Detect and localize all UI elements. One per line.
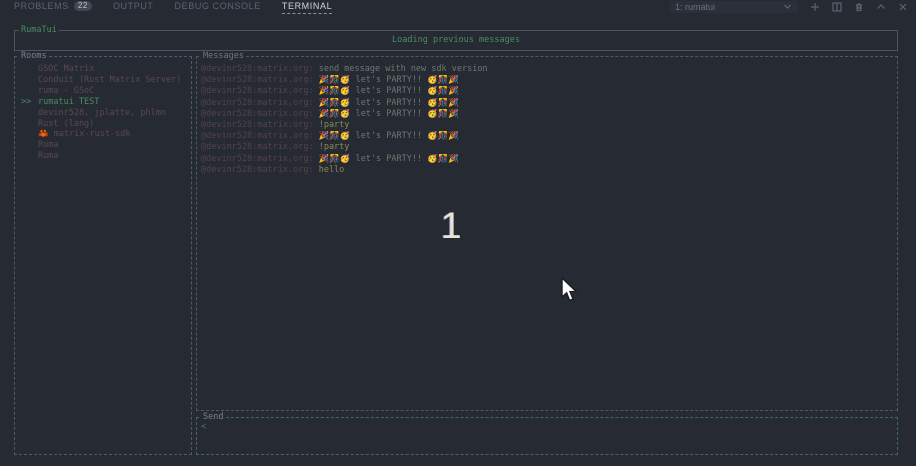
vscode-terminal-panel: PROBLEMS 22 OUTPUT DEBUG CONSOLE TERMINA… — [0, 0, 916, 466]
message-sender: @devinr528:matrix.org: — [201, 154, 319, 164]
message-sender: @devinr528:matrix.org: — [201, 98, 319, 108]
rumatui-header-box: RumaTui Loading previous messages — [14, 30, 898, 51]
room-item[interactable]: Conduit (Rust Matrix Server) — [15, 75, 191, 86]
tab-debug-console[interactable]: DEBUG CONSOLE — [175, 0, 261, 13]
rooms-panel-title: Rooms — [19, 51, 49, 61]
message-row: @devinr528:matrix.org: 🎉🎊🥳 let's PARTY!!… — [201, 98, 895, 109]
room-item-label: GSOC Matrix — [38, 64, 94, 74]
room-item[interactable]: 🦀 matrix-rust-sdk — [15, 129, 191, 140]
send-panel[interactable]: Send < — [196, 417, 898, 455]
room-item[interactable]: Ruma — [15, 140, 191, 151]
message-row: @devinr528:matrix.org: 🎉🎊🥳 let's PARTY!!… — [201, 75, 895, 86]
room-item[interactable]: GSOC Matrix — [15, 64, 191, 75]
message-sender: @devinr528:matrix.org: — [201, 165, 319, 175]
messages-list: @devinr528:matrix.org: send message with… — [201, 64, 895, 176]
tab-debug-console-label: DEBUG CONSOLE — [175, 1, 261, 11]
problems-count-badge: 22 — [74, 1, 92, 11]
terminal-controls: 1: rumatui — [670, 0, 908, 13]
message-row: @devinr528:matrix.org: send message with… — [201, 64, 895, 75]
message-row: @devinr528:matrix.org: 🎉🎊🥳 let's PARTY!!… — [201, 109, 895, 120]
room-item[interactable]: Rust (lang) — [15, 119, 191, 130]
message-text: 🎉🎊🥳 let's PARTY!! 🥳🎊🎉 — [319, 154, 459, 164]
messages-panel: Messages @devinr528:matrix.org: send mes… — [196, 56, 898, 411]
message-row: @devinr528:matrix.org: 🎉🎊🥳 let's PARTY!!… — [201, 154, 895, 165]
message-row: @devinr528:matrix.org: !party — [201, 142, 895, 153]
maximize-panel-icon[interactable] — [875, 1, 886, 12]
message-text: 🎉🎊🥳 let's PARTY!! 🥳🎊🎉 — [319, 75, 459, 85]
tab-problems[interactable]: PROBLEMS 22 — [14, 0, 92, 13]
message-row: @devinr528:matrix.org: hello — [201, 165, 895, 176]
message-sender: @devinr528:matrix.org: — [201, 64, 319, 74]
message-text: send message with new sdk version — [319, 64, 488, 74]
message-text: !party — [319, 142, 350, 152]
room-item-label: Ruma — [38, 140, 58, 150]
tab-terminal[interactable]: TERMINAL — [282, 0, 332, 14]
message-sender: @devinr528:matrix.org: — [201, 142, 319, 152]
chevron-down-icon — [782, 1, 793, 12]
loading-status-text: Loading previous messages — [15, 35, 897, 45]
messages-panel-title: Messages — [201, 51, 246, 61]
message-row: @devinr528:matrix.org: !party — [201, 120, 895, 131]
new-terminal-icon[interactable] — [809, 1, 820, 12]
tab-problems-label: PROBLEMS — [14, 1, 69, 11]
message-text: 🎉🎊🥳 let's PARTY!! 🥳🎊🎉 — [319, 98, 459, 108]
message-text: 🎉🎊🥳 let's PARTY!! 🥳🎊🎉 — [319, 86, 459, 96]
room-item-label: Ruma — [38, 151, 58, 161]
rooms-panel: Rooms GSOC MatrixConduit (Rust Matrix Se… — [14, 56, 192, 455]
message-sender: @devinr528:matrix.org: — [201, 131, 319, 141]
room-item[interactable]: devinr528, jplatte, phlmn — [15, 108, 191, 119]
message-text: hello — [319, 165, 345, 175]
room-item-label: devinr528, jplatte, phlmn — [38, 108, 166, 118]
room-item[interactable]: Ruma — [15, 151, 191, 162]
message-text: 🎉🎊🥳 let's PARTY!! 🥳🎊🎉 — [319, 131, 459, 141]
room-item-label: rumatui TEST — [38, 97, 99, 107]
frame-counter-overlay: 1 — [441, 207, 462, 245]
app-title: RumaTui — [19, 25, 59, 35]
tab-terminal-label: TERMINAL — [282, 1, 332, 11]
mouse-cursor — [561, 277, 579, 309]
selected-room-marker: >> — [21, 97, 31, 108]
message-sender: @devinr528:matrix.org: — [201, 86, 319, 96]
send-panel-title: Send — [201, 412, 225, 422]
tab-output-label: OUTPUT — [113, 1, 154, 11]
room-item-label: ruma - GSoC — [38, 86, 94, 96]
room-item-label: Conduit (Rust Matrix Server) — [38, 75, 181, 85]
send-input-cursor: < — [201, 422, 206, 432]
message-text: 🎉🎊🥳 let's PARTY!! 🥳🎊🎉 — [319, 109, 459, 119]
message-text: !party — [319, 120, 350, 130]
close-panel-icon[interactable] — [897, 1, 908, 12]
message-row: @devinr528:matrix.org: 🎉🎊🥳 let's PARTY!!… — [201, 86, 895, 97]
message-row: @devinr528:matrix.org: 🎉🎊🥳 let's PARTY!!… — [201, 131, 895, 142]
room-item-label: 🦀 matrix-rust-sdk — [38, 129, 130, 139]
split-terminal-icon[interactable] — [831, 1, 842, 12]
kill-terminal-icon[interactable] — [853, 1, 864, 12]
tab-output[interactable]: OUTPUT — [113, 0, 154, 13]
message-sender: @devinr528:matrix.org: — [201, 109, 319, 119]
room-item[interactable]: ruma - GSoC — [15, 86, 191, 97]
message-sender: @devinr528:matrix.org: — [201, 120, 319, 130]
rooms-list: GSOC MatrixConduit (Rust Matrix Server)r… — [15, 64, 191, 162]
terminal-selector[interactable]: 1: rumatui — [670, 1, 798, 13]
message-sender: @devinr528:matrix.org: — [201, 75, 319, 85]
terminal-selector-value: 1: rumatui — [675, 2, 715, 12]
room-item[interactable]: >> rumatui TEST — [15, 97, 191, 108]
room-item-label: Rust (lang) — [38, 119, 94, 129]
